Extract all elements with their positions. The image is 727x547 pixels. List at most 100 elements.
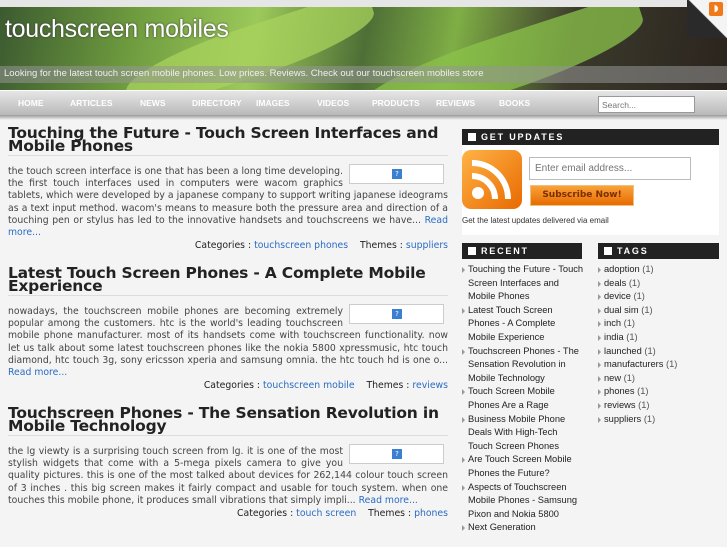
tag-link[interactable]: adoption (604, 264, 640, 274)
tag-link[interactable]: deals (604, 278, 626, 288)
tag-item[interactable]: device (1) (598, 290, 719, 304)
post-thumbnail: ? (349, 304, 444, 324)
post: Touchscreen Phones - The Sensation Revol… (8, 405, 448, 547)
tag-link[interactable]: suppliers (604, 414, 641, 424)
tag-count: (1) (642, 264, 654, 274)
themes-label: Themes : (366, 380, 410, 392)
recent-article-link[interactable]: Are Touch Screen Mobile Phones the Futur… (462, 453, 584, 480)
post-list: Touching the Future - Touch Screen Inter… (8, 125, 448, 547)
square-bullet-icon (604, 247, 612, 255)
tag-count: (1) (623, 372, 636, 383)
tag-link[interactable]: new (604, 373, 621, 383)
post-title[interactable]: Touchscreen Phones - The Sensation Revol… (8, 405, 448, 436)
post-thumbnail: ? (349, 444, 444, 464)
tags-list: adoption (1) deals (1) device (1) dual s… (598, 263, 719, 426)
tag-item[interactable]: deals (1) (598, 277, 719, 291)
category-link[interactable]: touchscreen mobile (263, 380, 355, 391)
tagline-band: Looking for the latest touch screen mobi… (0, 66, 727, 83)
tag-item[interactable]: adoption (1) (598, 263, 719, 277)
tag-item[interactable]: dual sim (1) (598, 304, 719, 318)
tag-item[interactable]: suppliers (1) (598, 413, 719, 427)
tag-count: (1) (637, 386, 649, 397)
category-link[interactable]: touchscreen phones (254, 240, 348, 251)
tag-count: (1) (644, 345, 656, 356)
tagline: Looking for the latest touch screen mobi… (4, 68, 484, 79)
updates-note: Get the latest updates delivered via ema… (462, 216, 609, 225)
square-bullet-icon (468, 133, 476, 141)
post-thumbnail: ? (349, 164, 444, 184)
recent-articles-list: Touching the Future - Touch Screen Inter… (462, 263, 584, 535)
site-title[interactable]: touchscreen mobiles (5, 15, 229, 44)
post: Touching the Future - Touch Screen Inter… (8, 125, 448, 267)
theme-link[interactable]: phones (414, 508, 448, 519)
recent-articles-heading: RECENT ARTICLES (462, 243, 582, 272)
theme-link[interactable]: suppliers (406, 240, 448, 251)
nav-articles[interactable]: ARTICLES (70, 98, 113, 108)
tag-link[interactable]: reviews (604, 400, 636, 410)
recent-article-link[interactable]: Touchscreen Phones - The Sensation Revol… (462, 345, 584, 386)
recent-article-link[interactable]: Business Mobile Phone Deals With High-Te… (462, 413, 584, 454)
tag-item[interactable]: manufacturers (1) (598, 358, 719, 372)
missing-image-icon: ? (392, 449, 402, 459)
header-banner: touchscreen mobiles Looking for the late… (0, 7, 727, 90)
categories-label: Categories : (237, 508, 294, 520)
categories-label: Categories : (203, 380, 261, 392)
tag-count: (1) (641, 304, 653, 315)
themes-label: Themes : (359, 240, 403, 252)
tag-item[interactable]: reviews (1) (598, 399, 719, 413)
nav-reviews[interactable]: REVIEWS (436, 98, 475, 108)
nav-videos[interactable]: VIDEOS (317, 98, 349, 108)
nav-books[interactable]: BOOKS (499, 98, 530, 108)
nav-shadow (0, 115, 727, 120)
recent-article-link[interactable]: Touch Screen Mobile Phones Are a Rage (462, 385, 584, 412)
recent-article-link[interactable]: Latest Touch Screen Phones - A Complete … (462, 304, 584, 345)
recent-article-link[interactable]: Next Generation (462, 521, 584, 535)
tag-link[interactable]: launched (604, 346, 642, 356)
tag-link[interactable]: manufacturers (604, 359, 663, 369)
nav-news[interactable]: NEWS (140, 98, 166, 108)
main-nav: HOME ARTICLES NEWS DIRECTORY IMAGES VIDE… (0, 90, 727, 115)
nav-directory[interactable]: DIRECTORY (192, 98, 242, 108)
read-more-link[interactable]: Read more... (359, 495, 418, 506)
post-title[interactable]: Touching the Future - Touch Screen Inter… (8, 125, 448, 156)
tag-count: (1) (643, 413, 656, 424)
tag-link[interactable]: india (604, 332, 624, 342)
tag-link[interactable]: device (604, 291, 631, 301)
tags-heading: TAGS (598, 243, 719, 259)
theme-link[interactable]: reviews (412, 380, 448, 391)
nav-images[interactable]: IMAGES (256, 98, 290, 108)
read-more-link[interactable]: Read more... (8, 367, 67, 378)
tag-count: (1) (628, 277, 641, 288)
tag-link[interactable]: inch (604, 318, 621, 328)
rss-feed-icon[interactable] (462, 150, 522, 209)
nav-products[interactable]: PRODUCTS (372, 98, 420, 108)
tag-item[interactable]: inch (1) (598, 317, 719, 331)
recent-article-link[interactable]: Aspects of Touchscreen Mobile Phones - S… (462, 481, 584, 522)
category-link[interactable]: touch screen (296, 508, 356, 519)
tag-item[interactable]: new (1) (598, 372, 719, 386)
themes-label: Themes : (368, 508, 412, 520)
recent-article-link[interactable]: Touching the Future - Touch Screen Inter… (462, 263, 584, 304)
post: Latest Touch Screen Phones - A Complete … (8, 265, 448, 407)
post-title[interactable]: Latest Touch Screen Phones - A Complete … (8, 265, 448, 296)
get-updates-box: Subscribe Now! Get the latest updates de… (462, 145, 719, 235)
nav-home[interactable]: HOME (18, 98, 44, 108)
email-input[interactable] (529, 157, 691, 180)
tag-link[interactable]: dual sim (604, 305, 639, 315)
subscribe-button[interactable]: Subscribe Now! (530, 185, 634, 206)
tag-item[interactable]: phones (1) (598, 385, 719, 399)
missing-image-icon: ? (392, 309, 402, 319)
tag-count: (1) (633, 291, 645, 302)
categories-label: Categories : (194, 240, 252, 252)
tag-item[interactable]: india (1) (598, 331, 719, 345)
get-updates-heading: GET UPDATES (462, 129, 719, 145)
missing-image-icon: ? (392, 169, 402, 179)
tag-item[interactable]: launched (1) (598, 345, 719, 359)
search-input[interactable] (598, 96, 695, 113)
tag-count: (1) (623, 318, 636, 329)
rss-icon[interactable]: ◗ (709, 2, 723, 16)
tag-count: (1) (638, 399, 650, 410)
square-bullet-icon (468, 247, 476, 255)
top-strip (0, 0, 727, 7)
tag-link[interactable]: phones (604, 386, 635, 396)
